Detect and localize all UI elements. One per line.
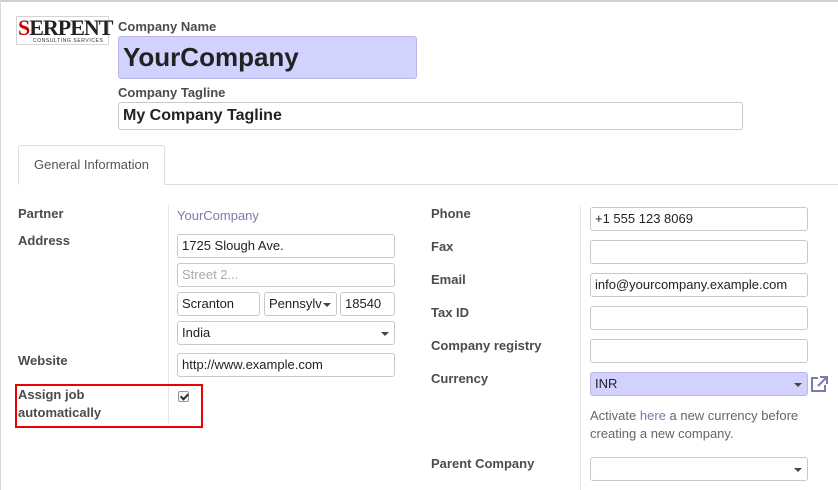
right-column-divider	[580, 205, 581, 490]
window-top-border	[0, 0, 838, 2]
tab-general-information[interactable]: General Information	[18, 145, 165, 185]
currency-label: Currency	[431, 371, 489, 386]
highlight-annotation-box	[15, 384, 203, 428]
tax-id-label: Tax ID	[431, 305, 470, 320]
phone-label: Phone	[431, 206, 471, 221]
website-input[interactable]: http://www.example.com	[177, 353, 395, 377]
fax-label: Fax	[431, 239, 454, 254]
company-name-input[interactable]: YourCompany	[118, 36, 417, 79]
partner-label: Partner	[18, 206, 64, 221]
logo-rest-letters: ERPENT	[29, 15, 113, 40]
company-tagline-input[interactable]: My Company Tagline	[118, 102, 743, 130]
street2-input[interactable]: Street 2...	[177, 263, 395, 287]
currency-value: INR	[595, 376, 618, 391]
fax-input[interactable]	[590, 240, 808, 264]
partner-link[interactable]: YourCompany	[177, 208, 259, 223]
company-registry-input[interactable]	[590, 339, 808, 363]
parent-company-select[interactable]	[590, 457, 808, 481]
company-registry-label: Company registry	[431, 338, 542, 353]
country-value: India	[182, 325, 211, 340]
company-name-label: Company Name	[118, 19, 217, 34]
tax-id-input[interactable]	[590, 306, 808, 330]
email-input[interactable]: info@yourcompany.example.com	[590, 273, 808, 297]
external-link-icon[interactable]	[809, 375, 829, 393]
website-label: Website	[18, 353, 68, 368]
zip-input[interactable]: 18540	[340, 292, 395, 316]
logo-subtitle: CONSULTING SERVICES	[33, 38, 104, 44]
address-label: Address	[18, 233, 71, 248]
phone-input[interactable]: +1 555 123 8069	[590, 207, 808, 231]
street2-placeholder: Street 2...	[182, 267, 239, 282]
currency-help-text: Activate here a new currency before crea…	[590, 407, 825, 443]
state-select[interactable]: Pennsylv	[264, 292, 337, 316]
city-input[interactable]: Scranton	[177, 292, 260, 316]
logo-wordmark: SERPENT	[18, 15, 114, 40]
email-label: Email	[431, 272, 466, 287]
parent-company-label: Parent Company	[431, 456, 535, 471]
currency-help-before: Activate	[590, 408, 640, 423]
window-left-border	[0, 0, 1, 490]
company-logo[interactable]: SERPENT CONSULTING SERVICES	[16, 16, 114, 45]
street-input[interactable]: 1725 Slough Ave.	[177, 234, 395, 258]
logo-first-letter: S	[18, 15, 30, 40]
currency-select[interactable]: INR	[590, 372, 808, 396]
activate-currency-link[interactable]: here	[640, 408, 666, 423]
country-select[interactable]: India	[177, 321, 395, 345]
company-tagline-label: Company Tagline	[118, 85, 226, 100]
state-value: Pennsylv	[269, 296, 322, 311]
